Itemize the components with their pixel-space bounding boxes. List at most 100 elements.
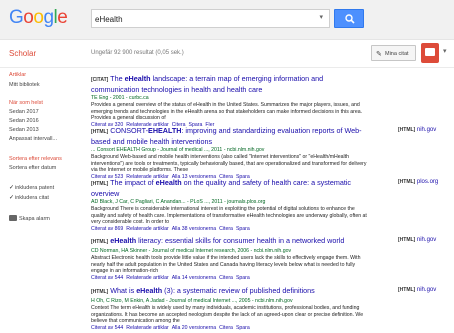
sidebar-item-my-library[interactable]: Mitt bibliotek <box>9 82 40 88</box>
sidebar-item-any-time[interactable]: När som helst <box>9 100 43 106</box>
result-title-text: The impact of <box>108 178 156 187</box>
result-title-highlight: eHealth <box>155 178 182 187</box>
full-text-link[interactable]: [HTML] plos.org <box>398 179 438 185</box>
result-links: Citerat av 544 Relaterade artiklar Alla 20… <box>91 325 371 332</box>
result-authors: TE Eng - 2001 - curbc.ca <box>91 95 149 101</box>
cited-by-link[interactable]: Citerat av 544 <box>91 275 123 281</box>
full-text-type-tag: [HTML] <box>398 179 416 185</box>
result-title[interactable]: [CITAT] The eHealth landscape: a terrain… <box>91 74 371 94</box>
result-type-tag: [CITAT] <box>91 77 109 83</box>
all-versions-link[interactable]: Alla 38 versionerna <box>172 226 216 232</box>
create-alert-link[interactable]: Skapa alarm <box>9 215 50 222</box>
search-box: ▾ <box>91 9 330 28</box>
result-snippet: Background There is considerable interna… <box>91 206 367 225</box>
all-versions-link[interactable]: Alla 14 versionerna <box>172 275 216 281</box>
full-text-source: nih.gov <box>416 127 437 133</box>
result-title-highlight: eHealth <box>124 74 151 83</box>
result-authors: H Oh, C Rizo, M Enkin, A Jadad - Journal… <box>91 298 293 304</box>
logo-letter: o <box>23 7 34 28</box>
logo-letter: o <box>33 7 44 28</box>
search-result: [HTML] The impact of eHealth on the qual… <box>91 178 371 233</box>
search-result: [HTML] CONSORT-EHEALTH: improving and st… <box>91 126 371 181</box>
result-authors: CD Norman, HA Skinner - Journal of medic… <box>91 248 292 254</box>
result-title-text: literacy: essential skills for consumer … <box>136 236 345 245</box>
sidebar-item-sort-relevance[interactable]: Sortera efter relevans <box>9 156 62 162</box>
result-type-tag: [HTML] <box>91 129 109 135</box>
all-versions-link[interactable]: Alla 20 versionerna <box>172 325 216 331</box>
search-result: [CITAT] The eHealth landscape: a terrain… <box>91 74 371 129</box>
include-patents-checkbox[interactable]: ✓inkludera patent <box>9 184 54 191</box>
include-citations-label: inkludera citat <box>15 195 49 201</box>
result-title[interactable]: [HTML] eHealth literacy: essential skill… <box>91 236 371 247</box>
search-icon <box>345 14 355 24</box>
subbar: Scholar Ungefär 92 900 resultat (0,05 se… <box>0 40 454 68</box>
sidebar-item-since-2016[interactable]: Sedan 2016 <box>9 118 39 124</box>
search-result: [HTML] eHealth literacy: essential skill… <box>91 236 371 282</box>
my-citations-label: Mina citat <box>385 51 409 57</box>
full-text-link[interactable]: [HTML] nih.gov <box>398 127 436 133</box>
header: Google ▾ <box>0 0 454 40</box>
logo-letter: e <box>57 7 68 28</box>
search-button[interactable] <box>334 9 364 28</box>
envelope-icon <box>9 215 17 221</box>
result-snippet: Provides a general overview of the statu… <box>91 102 363 121</box>
result-title-highlight: EHEALTH <box>148 126 182 135</box>
cite-link[interactable]: Citera <box>219 275 233 281</box>
results-count: Ungefär 92 900 resultat (0,05 sek.) <box>91 50 184 56</box>
result-title-text: What is <box>108 286 137 295</box>
result-authors: AD Black, J Car, C Pagliari, C Anandan..… <box>91 199 266 205</box>
search-input[interactable] <box>95 12 305 26</box>
result-links: Citerat av 544 Relaterade artiklar Alla 14… <box>91 275 371 282</box>
include-patents-label: inkludera patent <box>15 185 55 191</box>
result-title-text: The <box>108 74 125 83</box>
related-articles-link[interactable]: Relaterade artiklar <box>126 275 168 281</box>
cite-link[interactable]: Citera <box>219 325 233 331</box>
sidebar-item-since-2013[interactable]: Sedan 2013 <box>9 127 39 133</box>
result-type-tag: [HTML] <box>91 181 109 187</box>
search-result: [HTML] What is eHealth (3): a systematic… <box>91 286 371 332</box>
scholar-label[interactable]: Scholar <box>9 49 36 58</box>
chevron-down-icon[interactable]: ▾ <box>319 13 323 21</box>
full-text-type-tag: [HTML] <box>398 127 416 133</box>
logo-letter: g <box>43 7 54 28</box>
result-snippet: Background Web-based and mobile health i… <box>91 154 367 173</box>
result-links: Citerat av 869 Relaterade artiklar Alla 38… <box>91 226 371 233</box>
my-citations-button[interactable]: ✎ Mina citat <box>371 45 416 61</box>
result-type-tag: [HTML] <box>91 289 109 295</box>
result-type-tag: [HTML] <box>91 239 109 245</box>
full-text-source: nih.gov <box>416 287 437 293</box>
result-title[interactable]: [HTML] What is eHealth (3): a systematic… <box>91 286 371 297</box>
sidebar-item-sort-date[interactable]: Sortera efter datum <box>9 165 56 171</box>
related-articles-link[interactable]: Relaterade artiklar <box>126 325 168 331</box>
alert-button[interactable] <box>421 43 439 63</box>
chevron-down-icon[interactable]: ▾ <box>443 47 447 55</box>
result-title-highlight: eHealth <box>110 236 137 245</box>
full-text-source: plos.org <box>416 179 439 185</box>
pen-icon: ✎ <box>376 51 382 58</box>
cite-link[interactable]: Citera <box>219 226 233 232</box>
google-logo[interactable]: Google <box>9 7 68 29</box>
full-text-type-tag: [HTML] <box>398 237 416 243</box>
full-text-source: nih.gov <box>416 237 437 243</box>
result-snippet: Abstract Electronic health tools provide… <box>91 255 361 274</box>
result-title-highlight: eHealth <box>136 286 163 295</box>
result-title[interactable]: [HTML] CONSORT-EHEALTH: improving and st… <box>91 126 371 146</box>
full-text-link[interactable]: [HTML] nih.gov <box>398 287 436 293</box>
result-title-text: CONSORT- <box>108 126 149 135</box>
create-alert-label: Skapa alarm <box>19 216 50 222</box>
include-citations-checkbox[interactable]: ✓inkludera citat <box>9 194 49 201</box>
sidebar-item-custom-range[interactable]: Anpassat intervall... <box>9 136 57 142</box>
sidebar-item-since-2017[interactable]: Sedan 2017 <box>9 109 39 115</box>
related-articles-link[interactable]: Relaterade artiklar <box>126 226 168 232</box>
save-link[interactable]: Spara <box>236 275 250 281</box>
result-title[interactable]: [HTML] The impact of eHealth on the qual… <box>91 178 371 198</box>
sidebar-item-articles[interactable]: Artiklar <box>9 72 26 78</box>
result-title-text: (3): a systematic review of published de… <box>162 286 315 295</box>
save-link[interactable]: Spara <box>236 325 250 331</box>
result-snippet: Context The term eHealth is widely used … <box>91 305 364 324</box>
full-text-link[interactable]: [HTML] nih.gov <box>398 237 436 243</box>
save-link[interactable]: Spara <box>236 226 250 232</box>
envelope-icon <box>425 48 435 56</box>
cited-by-link[interactable]: Citerat av 869 <box>91 226 123 232</box>
cited-by-link[interactable]: Citerat av 544 <box>91 325 123 331</box>
